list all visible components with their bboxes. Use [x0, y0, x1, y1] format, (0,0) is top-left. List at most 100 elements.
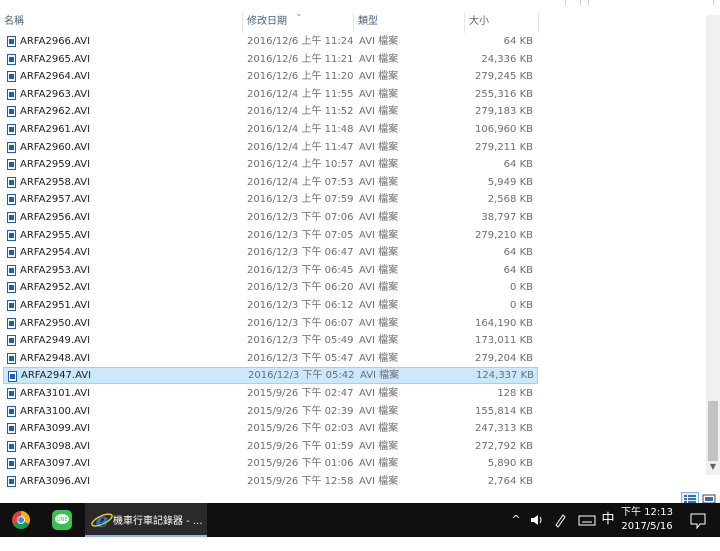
- file-type: AVI 檔案: [359, 71, 399, 83]
- action-center-button[interactable]: [680, 503, 716, 537]
- file-name: ARFA2960.AVI: [20, 141, 91, 153]
- file-modified-date: 2016/12/3 下午 05:49: [247, 335, 354, 347]
- file-row[interactable]: ARFA2966.AVI 2016/12/6 上午 11:24 AVI 檔案 64 K…: [3, 33, 538, 50]
- file-modified-date: 2016/12/3 下午 06:20: [247, 282, 354, 294]
- file-row[interactable]: ARFA2948.AVI 2016/12/3 下午 05:47 AVI 檔案 279,…: [3, 350, 538, 367]
- file-name: ARFA2951.AVI: [20, 300, 91, 311]
- scroll-down-icon[interactable]: ▼: [708, 461, 718, 473]
- file-row[interactable]: ARFA3099.AVI 2015/9/26 下午 02:03 AVI 檔案 247,…: [3, 420, 538, 437]
- column-header-size[interactable]: 大小: [465, 10, 538, 34]
- file-size: 173,011 KB: [475, 335, 533, 347]
- video-file-icon: [7, 264, 16, 276]
- file-type: AVI 檔案: [359, 141, 399, 153]
- file-size: 155,814 KB: [475, 405, 533, 417]
- video-file-icon: [7, 476, 16, 487]
- file-row[interactable]: ARFA2950.AVI 2016/12/3 下午 06:07 AVI 檔案 164,…: [3, 315, 538, 332]
- details-view-button[interactable]: [681, 492, 699, 503]
- file-row[interactable]: ARFA2953.AVI 2016/12/3 下午 06:45 AVI 檔案 64 K…: [3, 262, 538, 279]
- column-header-date[interactable]: 修改日期: [243, 10, 353, 34]
- file-row[interactable]: ARFA2959.AVI 2016/12/4 上午 10:57 AVI 檔案 64 K…: [3, 156, 538, 173]
- pen-icon[interactable]: [551, 503, 569, 537]
- file-row[interactable]: ARFA2947.AVI 2016/12/3 下午 05:42 AVI 檔案 124,…: [3, 367, 538, 385]
- file-type: AVI 檔案: [359, 124, 399, 135]
- file-row[interactable]: ARFA3097.AVI 2015/9/26 下午 01:06 AVI 檔案 5,89…: [3, 455, 538, 472]
- file-row[interactable]: ARFA2949.AVI 2016/12/3 下午 05:49 AVI 檔案 173,…: [3, 332, 538, 349]
- file-row[interactable]: ARFA3101.AVI 2015/9/26 下午 02:47 AVI 檔案 128 …: [3, 385, 538, 402]
- large-icons-view-button[interactable]: [700, 492, 718, 503]
- video-file-icon: [7, 458, 16, 470]
- file-name: ARFA2949.AVI: [20, 335, 91, 347]
- file-row[interactable]: ARFA2960.AVI 2016/12/4 上午 11:47 AVI 檔案 279,…: [3, 139, 538, 156]
- taskbar-chrome[interactable]: [5, 503, 37, 537]
- show-hidden-icons-button[interactable]: ^: [508, 503, 524, 537]
- file-row[interactable]: ARFA2961.AVI 2016/12/4 上午 11:48 AVI 檔案 106,…: [3, 121, 538, 138]
- file-row[interactable]: ARFA2956.AVI 2016/12/3 下午 07:06 AVI 檔案 38,7…: [3, 209, 538, 226]
- file-modified-date: 2016/12/4 上午 07:53: [247, 176, 354, 188]
- volume-icon[interactable]: [527, 503, 545, 537]
- file-size: 272,792 KB: [475, 440, 533, 452]
- file-type: AVI 檔案: [359, 458, 399, 470]
- file-row[interactable]: ARFA3098.AVI 2015/9/26 下午 01:59 AVI 檔案 272,…: [3, 438, 538, 455]
- file-modified-date: 2016/12/4 上午 11:52: [247, 106, 354, 118]
- file-name: ARFA3098.AVI: [20, 440, 91, 452]
- file-type: AVI 檔案: [359, 352, 399, 364]
- file-row[interactable]: ARFA2962.AVI 2016/12/4 上午 11:52 AVI 檔案 279,…: [3, 103, 538, 120]
- file-row[interactable]: ARFA2955.AVI 2016/12/3 下午 07:05 AVI 檔案 279,…: [3, 227, 538, 244]
- file-type: AVI 檔案: [359, 317, 399, 329]
- video-file-icon: [7, 440, 16, 452]
- file-size: 164,190 KB: [475, 317, 533, 329]
- file-row[interactable]: ARFA2964.AVI 2016/12/6 上午 11:20 AVI 檔案 279,…: [3, 68, 538, 85]
- keyboard-icon[interactable]: [576, 503, 598, 537]
- file-row[interactable]: ARFA2952.AVI 2016/12/3 下午 06:20 AVI 檔案 0 KB: [3, 279, 538, 296]
- taskbar-ie-window[interactable]: e 機車行車記錄器 - ...: [85, 503, 207, 537]
- file-modified-date: 2016/12/3 下午 05:42: [248, 370, 355, 382]
- file-size: 255,316 KB: [475, 88, 533, 100]
- file-size: 64 KB: [503, 247, 533, 259]
- file-name: ARFA2948.AVI: [20, 352, 91, 364]
- file-name: ARFA3100.AVI: [20, 405, 91, 417]
- video-file-icon: [7, 405, 16, 417]
- file-modified-date: 2016/12/3 下午 07:06: [247, 212, 354, 223]
- video-file-icon: [7, 300, 16, 311]
- details-view-icon: [684, 495, 696, 503]
- file-name: ARFA2954.AVI: [20, 247, 91, 259]
- video-file-icon: [7, 194, 16, 206]
- file-row[interactable]: ARFA2958.AVI 2016/12/4 上午 07:53 AVI 檔案 5,94…: [3, 174, 538, 191]
- file-type: AVI 檔案: [359, 405, 399, 417]
- file-row[interactable]: ARFA2954.AVI 2016/12/3 下午 06:47 AVI 檔案 64 K…: [3, 244, 538, 261]
- taskbar-line[interactable]: LINE: [45, 503, 79, 537]
- file-row[interactable]: ARFA2957.AVI 2016/12/3 上午 07:59 AVI 檔案 2,56…: [3, 191, 538, 208]
- video-file-icon: [7, 282, 16, 294]
- file-type: AVI 檔案: [359, 335, 399, 347]
- file-row[interactable]: ARFA2951.AVI 2016/12/3 下午 06:12 AVI 檔案 0 KB: [3, 297, 538, 314]
- file-size: 124,337 KB: [476, 370, 534, 382]
- file-modified-date: 2016/12/4 上午 11:55: [247, 88, 354, 100]
- column-divider[interactable]: [538, 13, 539, 33]
- file-size: 106,960 KB: [475, 124, 533, 135]
- file-row[interactable]: ARFA2963.AVI 2016/12/4 上午 11:55 AVI 檔案 255,…: [3, 86, 538, 103]
- video-file-icon: [7, 317, 16, 329]
- column-header-type[interactable]: 類型: [354, 10, 464, 34]
- file-size: 279,211 KB: [475, 141, 533, 153]
- file-type: AVI 檔案: [359, 476, 399, 487]
- video-file-icon: [7, 36, 16, 47]
- file-type: AVI 檔案: [359, 440, 399, 452]
- clock[interactable]: 下午 12:13 2017/5/16: [616, 506, 678, 534]
- file-name: ARFA2964.AVI: [20, 71, 91, 83]
- file-row[interactable]: ARFA3100.AVI 2015/9/26 下午 02:39 AVI 檔案 155,…: [3, 403, 538, 420]
- file-row[interactable]: ARFA2965.AVI 2016/12/6 上午 11:21 AVI 檔案 24,3…: [3, 51, 538, 68]
- ime-indicator[interactable]: 中: [600, 503, 616, 537]
- vertical-scrollbar[interactable]: ▼: [706, 15, 720, 475]
- file-size: 64 KB: [503, 264, 533, 276]
- file-type: AVI 檔案: [360, 370, 400, 382]
- file-type: AVI 檔案: [359, 194, 399, 206]
- video-file-icon: [7, 388, 16, 399]
- file-modified-date: 2016/12/4 上午 11:47: [247, 141, 354, 153]
- video-file-icon: [7, 106, 16, 118]
- column-header-name[interactable]: 名稱: [0, 10, 242, 34]
- file-modified-date: 2016/12/3 下午 07:05: [247, 229, 354, 241]
- file-row[interactable]: ARFA3096.AVI 2015/9/26 下午 12:58 AVI 檔案 2,76…: [3, 473, 538, 490]
- file-name: ARFA2956.AVI: [20, 212, 91, 223]
- scrollbar-thumb[interactable]: [708, 401, 718, 461]
- file-modified-date: 2016/12/6 上午 11:21: [247, 53, 354, 65]
